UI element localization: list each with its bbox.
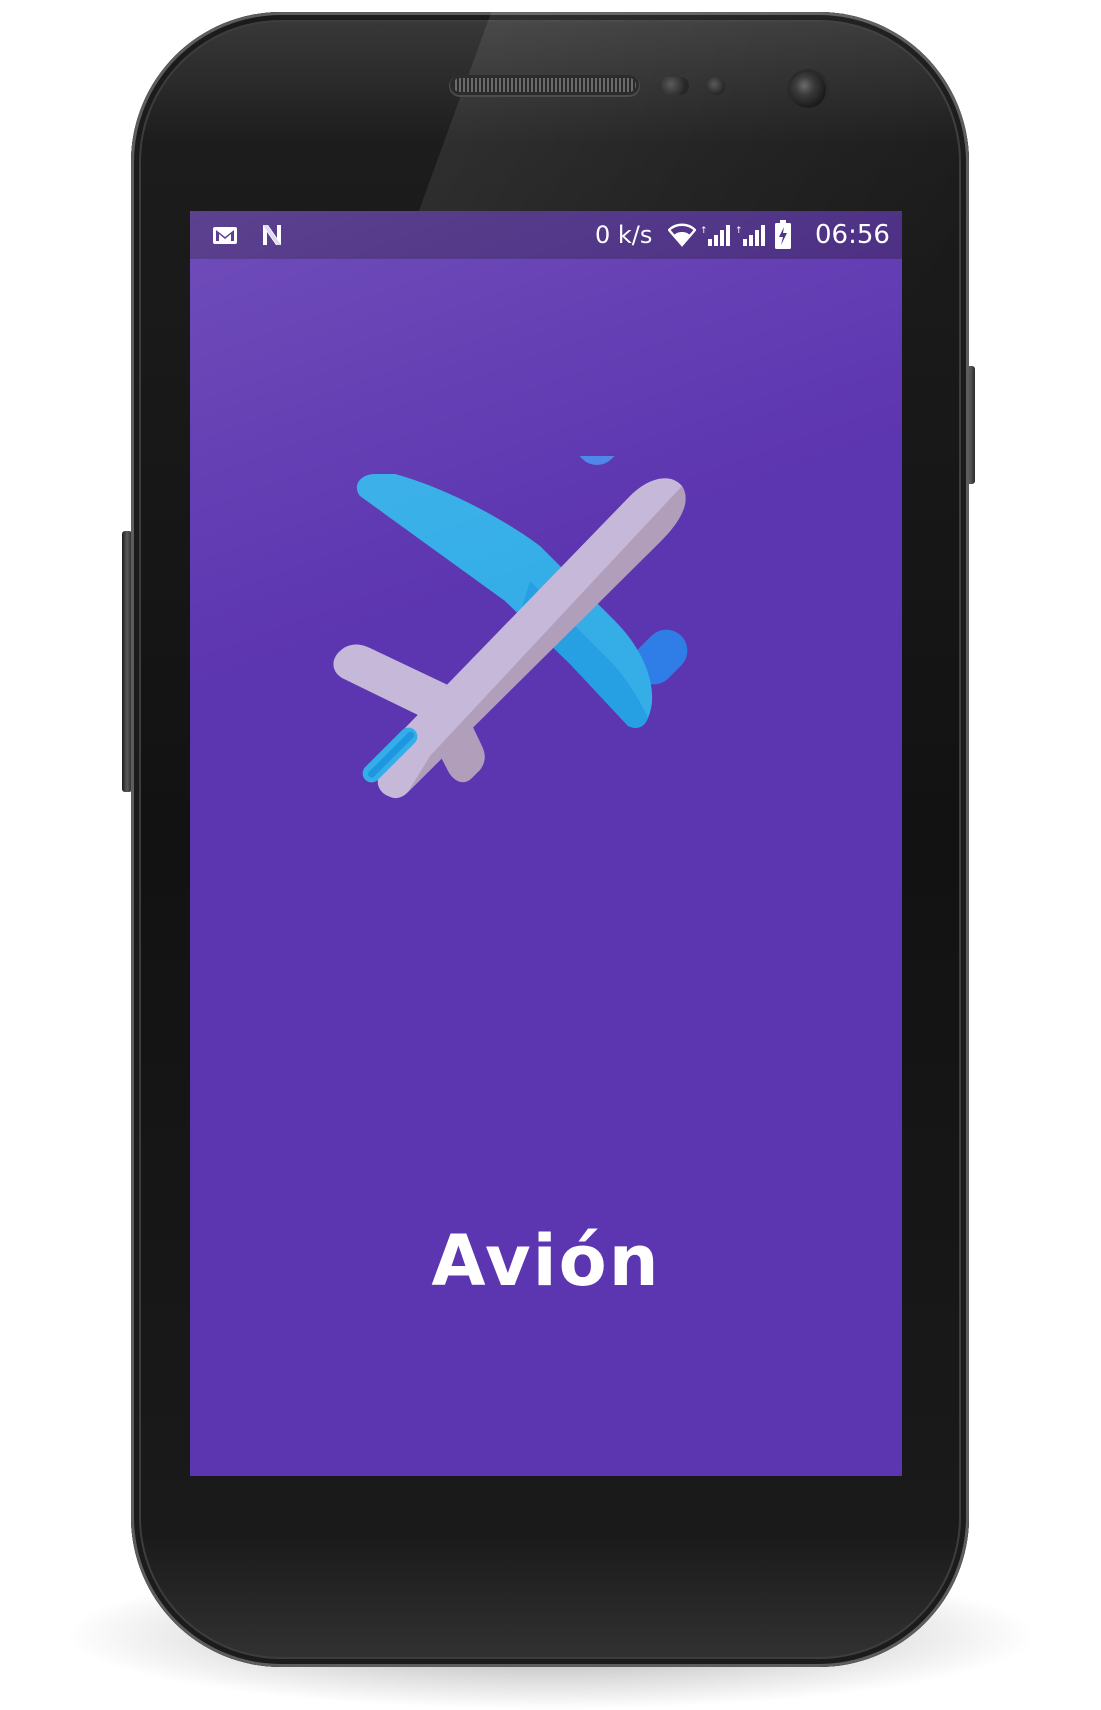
- proximity-sensor: [659, 77, 689, 95]
- app-name: Avión: [431, 1220, 661, 1302]
- network-speed: 0 k/s: [595, 221, 653, 249]
- svg-text:↑: ↑: [735, 226, 743, 236]
- light-sensor: [707, 77, 725, 95]
- svg-text:↑: ↑: [700, 226, 708, 236]
- app-screen: 0 k/s ↑ ↑ 06:56 Avión: [190, 211, 902, 1476]
- gmail-icon: [213, 227, 237, 244]
- wifi-icon: [668, 223, 696, 247]
- clock: 06:56: [815, 220, 890, 250]
- signal-icon: ↑: [735, 225, 765, 246]
- earpiece-speaker: [453, 78, 636, 92]
- airplane-icon: [333, 456, 688, 799]
- signal-icon: ↑: [700, 225, 730, 246]
- n-icon: [263, 225, 281, 245]
- front-camera: [790, 72, 826, 108]
- battery-charging-icon: [775, 220, 791, 249]
- status-bar: 0 k/s ↑ ↑ 06:56: [190, 211, 902, 259]
